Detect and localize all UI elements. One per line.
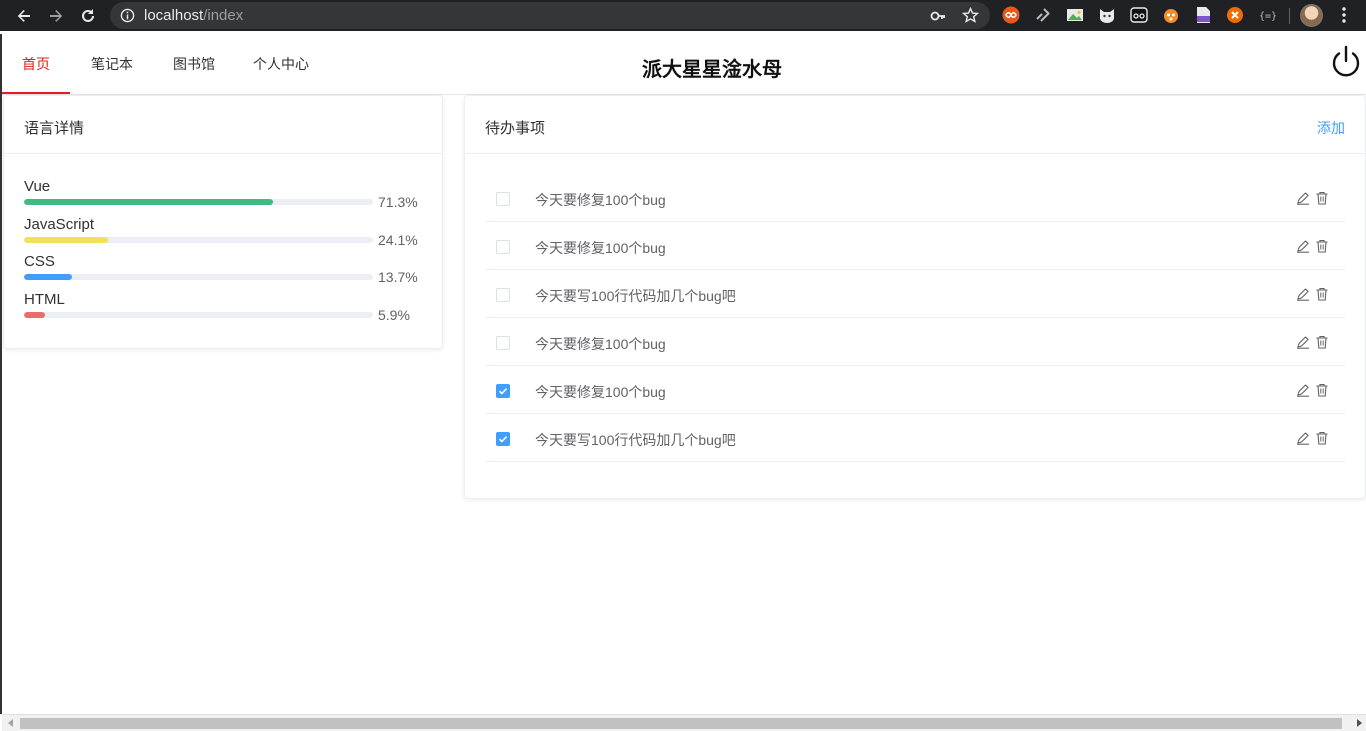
language-percent: 5.9% — [378, 307, 410, 323]
todo-checkbox[interactable] — [496, 384, 510, 398]
language-name: Vue — [24, 178, 51, 195]
language-name: JavaScript — [24, 216, 95, 233]
json-extension-icon[interactable]: {=} — [1258, 6, 1277, 24]
todo-text: 今天要修复100个bug — [535, 192, 666, 208]
info-icon[interactable] — [120, 8, 135, 23]
language-percent: 24.1% — [378, 232, 418, 248]
language-progress-fill — [24, 199, 273, 205]
delete-icon[interactable] — [1315, 335, 1329, 349]
language-progress-track — [24, 199, 373, 205]
add-todo-button[interactable]: 添加 — [1317, 118, 1345, 138]
edit-icon[interactable] — [1296, 287, 1310, 301]
tab-home[interactable]: 首页 — [2, 34, 70, 94]
language-name: HTML — [24, 291, 65, 308]
key-icon[interactable] — [930, 8, 946, 24]
pdf-extension-icon[interactable] — [1194, 6, 1212, 24]
scrollbar-thumb[interactable] — [20, 718, 1342, 729]
infinity-extension-icon[interactable] — [1002, 6, 1020, 24]
todo-card-header: 待办事项 添加 — [465, 96, 1365, 154]
profile-avatar[interactable] — [1300, 4, 1323, 27]
todo-text: 今天要写100行代码加几个bug吧 — [535, 432, 736, 448]
language-progress-track — [24, 274, 373, 280]
delete-icon[interactable] — [1315, 191, 1329, 205]
checkmark-icon — [498, 436, 508, 443]
delete-icon[interactable] — [1315, 239, 1329, 253]
language-item-vue: Vue 71.3% — [24, 178, 424, 214]
edit-icon[interactable] — [1296, 335, 1310, 349]
todo-text: 今天要写100行代码加几个bug吧 — [535, 288, 736, 304]
language-card-title: 语言详情 — [24, 120, 85, 137]
tab-library[interactable]: 图书馆 — [166, 34, 222, 94]
address-bar[interactable]: localhost/index — [110, 2, 990, 29]
edit-icon[interactable] — [1296, 431, 1310, 445]
url-text[interactable]: localhost/index — [144, 7, 243, 24]
image-extension-icon[interactable] — [1066, 6, 1084, 24]
bookmark-star-icon[interactable] — [962, 7, 979, 24]
todo-checkbox[interactable] — [496, 432, 510, 446]
language-item-css: CSS 13.7% — [24, 253, 424, 289]
language-card-header: 语言详情 — [4, 96, 442, 154]
language-name: CSS — [24, 253, 55, 270]
language-item-html: HTML 5.9% — [24, 291, 424, 327]
tab-notebook[interactable]: 笔记本 — [84, 34, 140, 94]
link-extension-icon[interactable] — [1034, 6, 1052, 24]
todo-text: 今天要修复100个bug — [535, 336, 666, 352]
language-item-javascript: JavaScript 24.1% — [24, 216, 424, 252]
forward-icon[interactable] — [42, 0, 70, 31]
todo-item: 今天要写100行代码加几个bug吧 — [485, 414, 1345, 462]
todo-card: 待办事项 添加 今天要修复100个bug 今天要修复100个bug 今天要写100行… — [464, 95, 1366, 499]
more-menu-icon[interactable] — [1336, 6, 1352, 24]
todo-checkbox[interactable] — [496, 192, 510, 206]
language-percent: 71.3% — [378, 194, 418, 210]
todo-item: 今天要修复100个bug — [485, 222, 1345, 270]
todo-item: 今天要修复100个bug — [485, 318, 1345, 366]
edit-icon[interactable] — [1296, 383, 1310, 397]
language-progress-track — [24, 237, 373, 243]
svg-text:{=}: {=} — [1259, 11, 1276, 22]
close-circle-extension-icon[interactable] — [1226, 6, 1244, 24]
reload-icon[interactable] — [74, 0, 102, 31]
todo-checkbox[interactable] — [496, 240, 510, 254]
power-icon[interactable] — [1328, 44, 1364, 80]
delete-icon[interactable] — [1315, 431, 1329, 445]
language-progress-fill — [24, 237, 109, 243]
language-progress-fill — [24, 274, 72, 280]
todo-item: 今天要修复100个bug — [485, 174, 1345, 222]
edit-icon[interactable] — [1296, 239, 1310, 253]
scroll-right-icon[interactable] — [1357, 719, 1362, 727]
browser-toolbar: localhost/index {=} — [0, 0, 1366, 31]
top-navbar: 首页 笔记本 图书馆 个人中心 派大星星淦水母 — [2, 34, 1366, 95]
todo-checkbox[interactable] — [496, 288, 510, 302]
tab-profile[interactable]: 个人中心 — [248, 34, 314, 94]
site-title: 派大星星淦水母 — [642, 59, 782, 81]
scroll-left-icon[interactable] — [8, 719, 13, 727]
language-progress-fill — [24, 312, 45, 318]
cat-extension-icon[interactable] — [1098, 6, 1116, 24]
checkmark-icon — [498, 388, 508, 395]
fox-extension-icon[interactable] — [1162, 6, 1180, 24]
todo-card-title: 待办事项 — [485, 120, 546, 137]
todo-item: 今天要写100行代码加几个bug吧 — [485, 270, 1345, 318]
todo-checkbox[interactable] — [496, 336, 510, 350]
language-card: 语言详情 Vue 71.3% JavaScript 24.1% CSS 13.7… — [3, 95, 443, 349]
back-icon[interactable] — [10, 0, 38, 31]
url-path: /index — [203, 7, 244, 24]
delete-icon[interactable] — [1315, 287, 1329, 301]
url-host: localhost — [144, 7, 204, 24]
language-progress-track — [24, 312, 373, 318]
horizontal-scrollbar[interactable] — [2, 714, 1366, 731]
todo-item: 今天要修复100个bug — [485, 366, 1345, 414]
toolbar-divider — [1289, 8, 1290, 24]
delete-icon[interactable] — [1315, 383, 1329, 397]
todo-text: 今天要修复100个bug — [535, 240, 666, 256]
camera-extension-icon[interactable] — [1130, 6, 1148, 24]
todo-text: 今天要修复100个bug — [535, 384, 666, 400]
edit-icon[interactable] — [1296, 191, 1310, 205]
language-percent: 13.7% — [378, 269, 418, 285]
page: 首页 笔记本 图书馆 个人中心 派大星星淦水母 语言详情 Vue 71.3% J… — [0, 34, 1366, 731]
